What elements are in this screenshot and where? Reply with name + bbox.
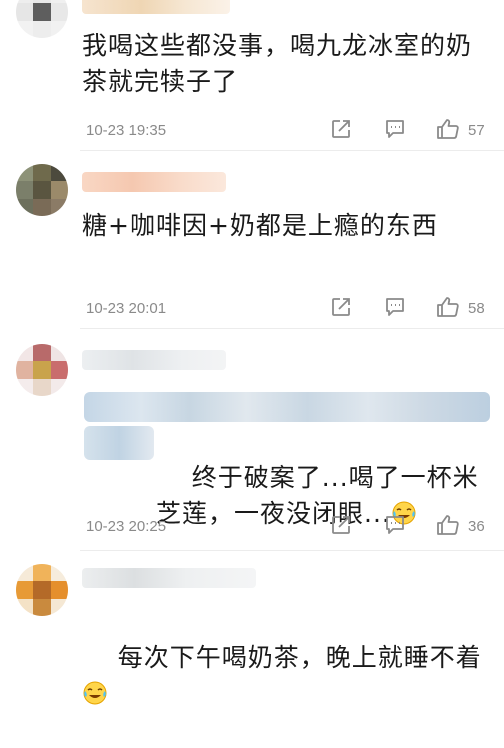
like-count: 57 bbox=[468, 122, 485, 139]
comment-icon[interactable] bbox=[384, 118, 406, 140]
comment-text-body: 每次下午喝奶茶，晚上就睡不着 bbox=[117, 643, 482, 672]
avatar[interactable] bbox=[16, 564, 68, 616]
divider bbox=[80, 550, 504, 551]
like-count: 36 bbox=[468, 518, 485, 535]
divider bbox=[80, 328, 504, 329]
username-blurred[interactable] bbox=[82, 350, 226, 370]
comment-icon[interactable] bbox=[384, 514, 406, 536]
avatar[interactable] bbox=[16, 344, 68, 396]
comment-item: 每次下午喝奶茶，晚上就睡不着 bbox=[0, 552, 504, 705]
comment-text: 终于破案了...喝了一杯米芝莲，一夜没闭眼... bbox=[156, 424, 488, 568]
comment-meta: 10-23 19:35 57 bbox=[86, 118, 490, 144]
thumbs-up-icon[interactable] bbox=[436, 296, 459, 318]
avatar[interactable] bbox=[16, 0, 68, 38]
laughing-crying-emoji bbox=[83, 681, 107, 705]
quoted-comment-blurred bbox=[84, 392, 490, 422]
comment-item: 糖+咖啡因+奶都是上瘾的东西 10-23 20:01 58 bbox=[0, 152, 504, 330]
comment-text: 糖+咖啡因+奶都是上瘾的东西 bbox=[82, 211, 438, 240]
comment-time: 10-23 20:25 bbox=[86, 518, 167, 535]
thumbs-up-icon[interactable] bbox=[436, 514, 459, 536]
comment-text: 我喝这些都没事，喝九龙冰室的奶茶就完犊子了 bbox=[82, 31, 473, 96]
comment-text: 每次下午喝奶茶，晚上就睡不着 bbox=[82, 604, 490, 748]
share-icon[interactable] bbox=[330, 514, 352, 536]
share-icon[interactable] bbox=[330, 296, 352, 318]
thumbs-up-icon[interactable] bbox=[436, 118, 459, 140]
username-blurred[interactable] bbox=[82, 568, 256, 588]
username-blurred[interactable] bbox=[82, 0, 230, 14]
comment-meta: 10-23 20:25 36 bbox=[86, 514, 490, 540]
divider bbox=[80, 150, 504, 151]
comment-time: 10-23 19:35 bbox=[86, 122, 167, 139]
like-count: 58 bbox=[468, 300, 485, 317]
comment-time: 10-23 20:01 bbox=[86, 300, 167, 317]
comment-item: 终于破案了...喝了一杯米芝莲，一夜没闭眼... 10-23 20:25 36 bbox=[0, 330, 504, 552]
comment-icon[interactable] bbox=[384, 296, 406, 318]
share-icon[interactable] bbox=[330, 118, 352, 140]
username-blurred[interactable] bbox=[82, 172, 226, 192]
comment-meta: 10-23 20:01 58 bbox=[86, 296, 490, 322]
avatar[interactable] bbox=[16, 164, 68, 216]
comment-item: 我喝这些都没事，喝九龙冰室的奶茶就完犊子了 10-23 19:35 57 bbox=[0, 0, 504, 152]
quoted-comment-blurred bbox=[84, 426, 154, 460]
